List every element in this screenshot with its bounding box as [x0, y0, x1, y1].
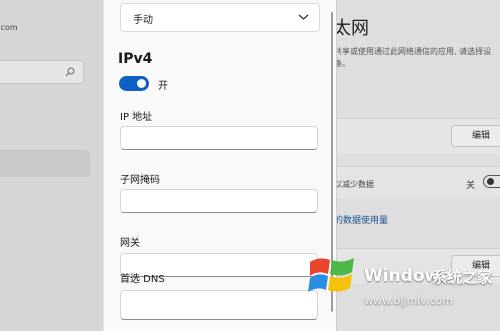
preferred-dns-input[interactable]: [120, 290, 318, 320]
metered-connection-toggle[interactable]: [483, 175, 500, 188]
subnet-mask-input[interactable]: [120, 189, 318, 213]
ip-address-input[interactable]: [120, 126, 318, 150]
page-title: 太网: [333, 18, 369, 39]
background-sidebar: .com: [0, 0, 103, 331]
watermark-sub: 系统之家: [432, 268, 493, 286]
ipv4-toggle[interactable]: [119, 76, 149, 91]
page-description: 共享或使用通过此网络通信的应用, 请选择设备。: [334, 47, 492, 68]
account-email: .com: [0, 23, 18, 32]
gateway-label: 网关: [120, 238, 140, 249]
ip-assignment-edit-button[interactable]: 编辑: [451, 125, 500, 147]
search-icon: [65, 67, 75, 77]
subnet-mask-label: 子网掩码: [120, 175, 160, 186]
preferred-dns-label: 首选 DNS: [120, 274, 165, 285]
settings-search-box[interactable]: [0, 60, 84, 84]
ip-mode-value: 手动: [133, 15, 153, 26]
ipv4-title: IPv4: [118, 51, 153, 67]
ipv4-toggle-label: 开: [158, 81, 168, 92]
watermark-url: www.bjjmlv.com: [364, 294, 453, 307]
data-usage-link[interactable]: 的数据使用量: [334, 213, 388, 226]
ip-mode-dropdown[interactable]: 手动: [120, 3, 320, 32]
chevron-down-icon: [298, 14, 309, 20]
metered-connection-state: 关: [466, 181, 476, 191]
edit-ip-settings-panel: 手动 IPv4 开 IP 地址 子网掩码 网关 首选 DNS: [103, 0, 337, 331]
watermark: Windows 系统之家 www.bjjmlv.com: [304, 250, 500, 331]
windows-logo-icon: [308, 258, 354, 292]
sidebar-item-network[interactable]: [0, 150, 90, 177]
ip-address-label: IP 地址: [120, 112, 153, 123]
metered-connection-label: 以减少数据: [334, 180, 374, 189]
